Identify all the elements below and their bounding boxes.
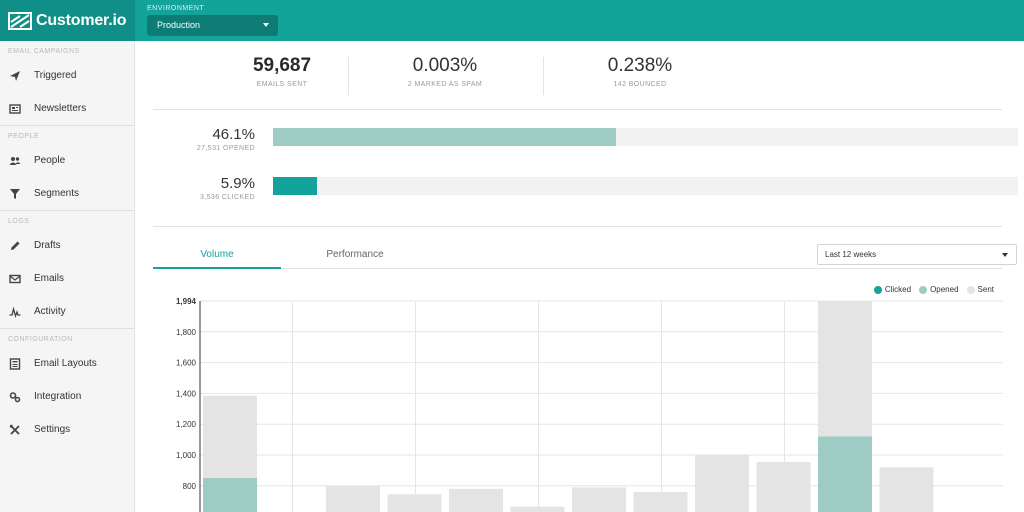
environment-picker: ENVIRONMENT Production <box>147 5 278 36</box>
gears-icon <box>8 390 22 404</box>
layout-icon <box>8 357 22 371</box>
sidebar-item-label: Integration <box>34 391 82 402</box>
sidebar-item-activity[interactable]: Activity <box>0 295 134 328</box>
sidebar-section-title: CONFIGURATION <box>8 336 73 343</box>
customerio-logo-icon <box>8 11 32 30</box>
people-icon <box>8 154 22 168</box>
pencil-icon <box>8 239 22 253</box>
bar-sent <box>756 461 811 512</box>
brand-logo[interactable]: Customer.io <box>0 0 135 41</box>
sidebar-item-people[interactable]: People <box>0 144 134 177</box>
sidebar-item-label: Settings <box>34 424 71 435</box>
sidebar: EMAIL CAMPAIGNS Triggered Newsletters PE… <box>0 41 135 512</box>
bar-sent <box>633 491 688 512</box>
sidebar-item-integration[interactable]: Integration <box>0 380 134 413</box>
sidebar-item-label: Activity <box>34 306 66 317</box>
y-tick-label: 1,200 <box>176 420 197 429</box>
y-tick-label: 1,400 <box>176 389 197 398</box>
sidebar-item-label: Segments <box>34 188 80 199</box>
sidebar-item-settings[interactable]: Settings <box>0 413 134 446</box>
bar-sent <box>879 467 934 512</box>
environment-label: ENVIRONMENT <box>147 5 205 12</box>
tools-icon <box>8 423 22 437</box>
bar-sent <box>449 488 503 512</box>
funnel-icon <box>8 187 22 201</box>
newspaper-icon <box>8 102 22 116</box>
sidebar-item-drafts[interactable]: Drafts <box>0 229 134 262</box>
sidebar-section-title: LOGS <box>8 218 30 225</box>
sidebar-item-label: People <box>34 155 66 166</box>
y-tick-label: 1,600 <box>176 359 197 368</box>
sidebar-section-title: EMAIL CAMPAIGNS <box>8 48 80 55</box>
sidebar-item-emails[interactable]: Emails <box>0 262 134 295</box>
bar-sent <box>510 506 565 512</box>
bar-sent <box>572 487 626 512</box>
bar-sent <box>387 494 442 512</box>
y-tick-label: 800 <box>183 482 197 491</box>
brand-name: Customer.io <box>36 11 127 29</box>
sidebar-item-label: Newsletters <box>34 103 87 114</box>
activity-icon <box>8 305 22 319</box>
y-tick-label: 1,000 <box>176 451 197 460</box>
volume-chart: 1,994 1,800 1,600 1,400 1,200 1,000 800 <box>176 297 1003 512</box>
bar-opened <box>203 478 257 512</box>
paper-plane-icon <box>8 69 22 83</box>
y-tick-label: 1,800 <box>176 328 197 337</box>
bar-sent <box>695 455 749 512</box>
sidebar-item-triggered[interactable]: Triggered <box>0 59 134 92</box>
envelope-icon <box>8 272 22 286</box>
y-tick-label: 1,994 <box>176 297 197 306</box>
sidebar-item-label: Drafts <box>34 240 61 251</box>
sidebar-item-newsletters[interactable]: Newsletters <box>0 92 134 125</box>
caret-down-icon <box>263 23 269 27</box>
sidebar-item-label: Triggered <box>34 70 77 81</box>
environment-value: Production <box>157 20 201 30</box>
bar-opened <box>818 436 872 512</box>
sidebar-section-title: PEOPLE <box>8 133 40 140</box>
sidebar-item-label: Email Layouts <box>34 358 97 369</box>
sidebar-item-label: Emails <box>34 273 65 284</box>
sidebar-item-segments[interactable]: Segments <box>0 177 134 210</box>
bar-sent <box>326 485 380 512</box>
environment-select[interactable]: Production <box>147 15 278 36</box>
main-content: 59,687 EMAILS SENT 0.003% 2 MARKED AS SP… <box>135 41 1024 512</box>
sidebar-item-email-layouts[interactable]: Email Layouts <box>0 347 134 380</box>
